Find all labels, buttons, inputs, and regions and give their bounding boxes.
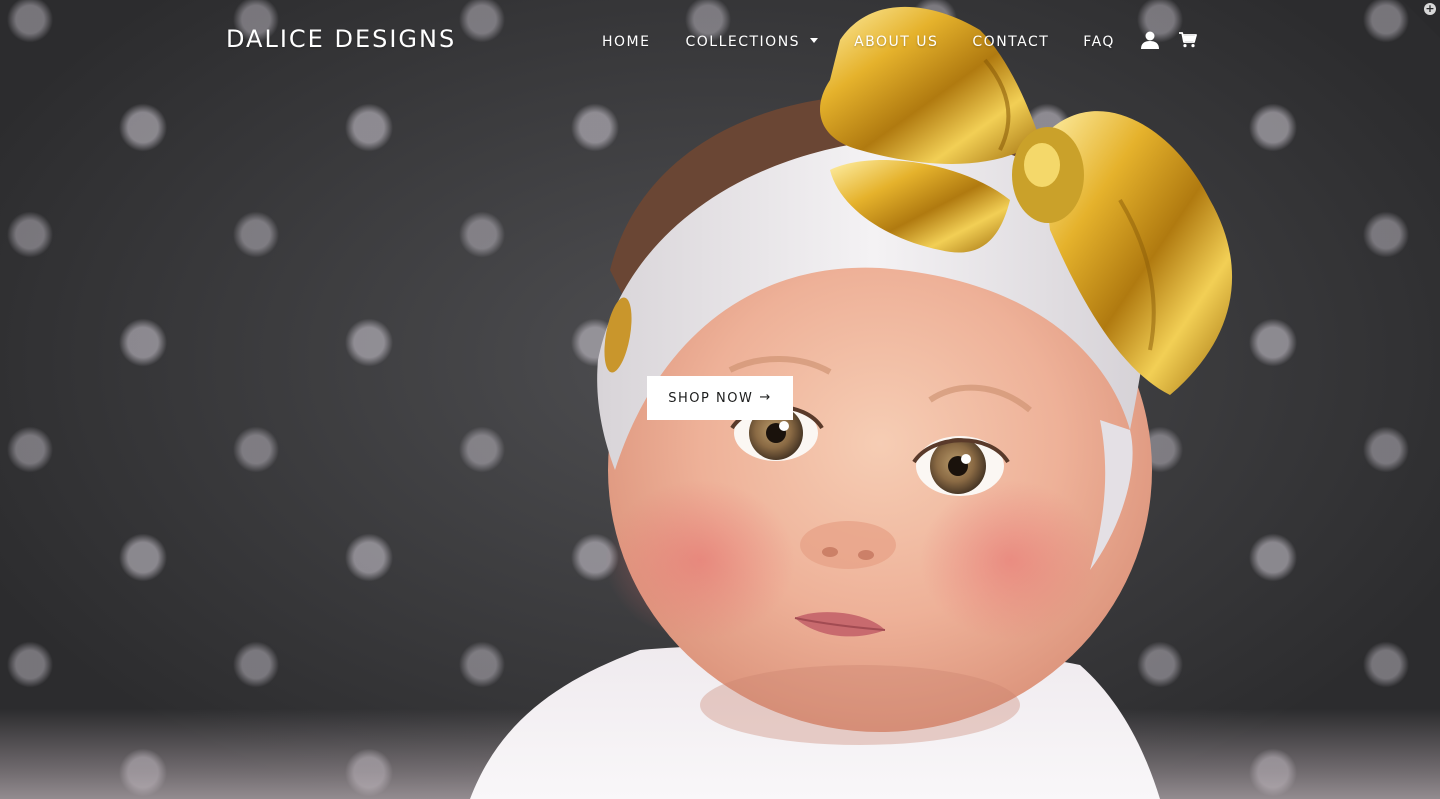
cart-icon — [1178, 31, 1197, 47]
site-header: DALICE DESIGNS HOME COLLECTIONS ABOUT US… — [0, 0, 1440, 84]
caret-down-icon — [810, 37, 819, 43]
nav-item-label: HOME — [602, 33, 651, 50]
nav-item-label: FAQ — [1083, 33, 1115, 50]
nav-item-contact[interactable]: CONTACT — [972, 34, 1049, 50]
nav-item-label: ABOUT US — [854, 33, 939, 50]
nav-item-home[interactable]: HOME — [602, 34, 650, 50]
user-icon — [1140, 31, 1159, 49]
arrow-right-icon: → — [759, 389, 772, 405]
cart-button[interactable] — [1177, 30, 1199, 50]
nav-item-label: CONTACT — [972, 33, 1050, 50]
shop-now-label: SHOP NOW — [668, 390, 754, 406]
shop-now-button[interactable]: SHOP NOW → — [647, 376, 793, 420]
hero-section: + DALICE DESIGNS HOME COLLECTIONS ABOUT … — [0, 0, 1440, 799]
nav-item-label: COLLECTIONS — [685, 33, 801, 50]
main-nav: HOME COLLECTIONS ABOUT US CONTACT FAQ — [602, 30, 1199, 50]
nav-item-about[interactable]: ABOUT US — [854, 34, 938, 50]
nav-item-faq[interactable]: FAQ — [1083, 34, 1115, 50]
account-button[interactable] — [1139, 30, 1161, 50]
site-logo[interactable]: DALICE DESIGNS — [226, 25, 456, 53]
nav-item-collections[interactable]: COLLECTIONS — [685, 33, 819, 50]
